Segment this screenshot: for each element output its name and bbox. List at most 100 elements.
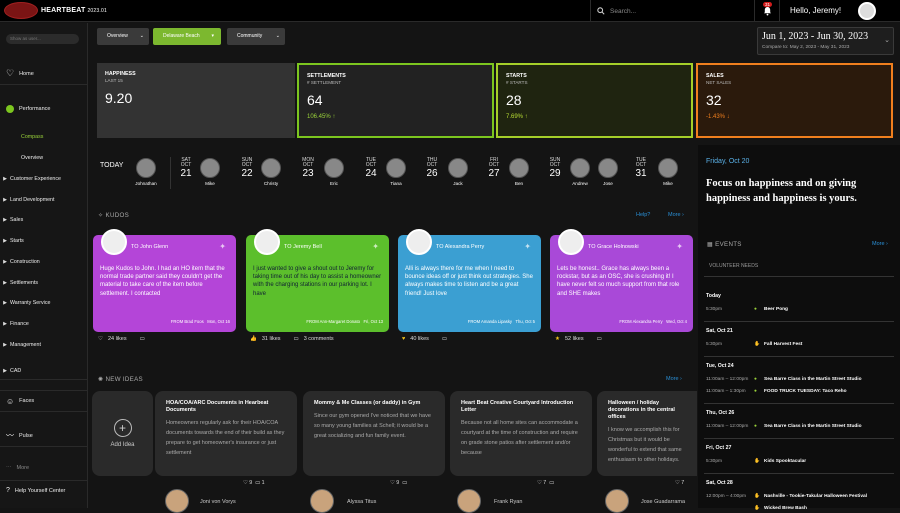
smile-icon: ☺ [6, 396, 15, 406]
user-avatar[interactable] [858, 2, 876, 20]
birthday-person[interactable]: Ben [507, 158, 531, 186]
sidebar-item-more[interactable]: ⋯ More [0, 462, 88, 474]
kpi-card-happiness[interactable]: HAPPINESS LAST 15 9.20 [97, 63, 295, 138]
sidebar-item-construction[interactable]: ▶ Construction [0, 259, 88, 265]
idea-card[interactable]: Heart Beat Creative Courtyard Introducti… [450, 391, 592, 476]
comment-icon[interactable]: ▭ [597, 336, 602, 342]
kpi-card-starts[interactable]: STARTS # STARTS 28 7.69% ↑ [496, 63, 693, 138]
kpi-card-sales[interactable]: SALES NET SALES 32 -1.43% ↓ [696, 63, 893, 138]
impersonate-search[interactable]: Show as user... [6, 34, 79, 44]
event-row[interactable]: 11:00am – 12:00pm ● Sea Barre Class in the… [706, 424, 892, 429]
sidebar-item-starts[interactable]: ▶ Starts [0, 238, 88, 244]
calendar-day[interactable]: FRI OCT 27 [484, 158, 504, 192]
events-more-link[interactable]: More › [872, 241, 888, 247]
birthday-person[interactable]: Mike [198, 158, 222, 186]
sidebar-item-cad[interactable]: ▶ CAD [0, 362, 88, 380]
logo-mark [4, 2, 38, 19]
event-row[interactable]: 5:30pm ● Beer Pong [706, 307, 892, 312]
event-row[interactable]: 11:00am – 12:00pm ● Sea Barre Class in the… [706, 377, 892, 382]
global-search-input[interactable]: Search... [610, 8, 636, 15]
kudo-card[interactable]: TO John Glenn ✦ Huge Kudos to John. I ha… [93, 229, 236, 332]
heart-icon[interactable]: ♡ [98, 336, 103, 342]
sidebar-item-settlements[interactable]: ▶ Settlements [0, 280, 88, 286]
birthday-person[interactable]: Andrew [568, 158, 592, 186]
birthday-person[interactable]: Tiana [384, 158, 408, 186]
sidebar-item-sales[interactable]: ▶ Sales [0, 217, 88, 223]
community-select[interactable]: Community ⌄ [227, 28, 285, 45]
event-row[interactable]: 5:30pm ✋ Fall Harvest Fest [706, 342, 892, 347]
sidebar-item-help[interactable]: ? Help Yourself Center [0, 480, 88, 500]
sidebar-item-overview[interactable]: Overview [0, 155, 88, 161]
event-row[interactable]: 11:00am – 1:30pm ● FOOD TRUCK TUESDAY: Tac… [706, 389, 892, 394]
status-dot-icon: ● [754, 389, 757, 394]
calendar-day[interactable]: THU OCT 26 [422, 158, 442, 192]
sidebar-item-finance[interactable]: ▶ Finance [0, 321, 88, 327]
sidebar-item-compass[interactable]: Compass [0, 134, 88, 140]
idea-card[interactable]: Mommy & Me Classes (or daddy) in Gym Sinc… [303, 391, 445, 476]
add-idea-button[interactable]: + Add Idea [92, 391, 153, 476]
kudo-recipient: Jeremy Bell [293, 244, 322, 250]
avatar [509, 158, 529, 178]
sidebar-item-faces[interactable]: ☺ Faces [0, 390, 88, 412]
calendar-day[interactable]: SAT OCT 21 [176, 158, 196, 192]
calendar-day[interactable]: TUE OCT 31 [631, 158, 651, 192]
ideas-more-link[interactable]: More › [666, 376, 682, 382]
caret-down-icon: ▾ [211, 33, 214, 39]
caret-right-icon: ▶ [3, 217, 7, 223]
sidebar-item-warranty-service[interactable]: ▶ Warranty Service [0, 300, 88, 306]
event-row[interactable]: 5:30pm ✋ Kids Spooktacular [706, 459, 892, 464]
idea-author: Jose Guadarrama [641, 499, 686, 505]
notification-badge: 31 [763, 2, 773, 7]
thumbs-up-icon[interactable]: 👍 [250, 336, 257, 342]
event-row[interactable]: ✋ Wicked Brew Bash [706, 506, 892, 511]
kudos-help-link[interactable]: Help? [636, 212, 650, 218]
sidebar-item-customer-experience[interactable]: ▶ Customer Experience [0, 176, 88, 182]
calendar-day[interactable]: MON OCT 23 [298, 158, 318, 192]
more-icon: ⋯ [6, 465, 12, 471]
plus-icon: + [113, 419, 132, 437]
birthday-person[interactable]: Jose [596, 158, 620, 186]
birthday-person[interactable]: Christy [259, 158, 283, 186]
idea-stats: ♡ 7 ▭ [537, 480, 555, 486]
caret-right-icon: ▶ [3, 176, 7, 182]
date-range-picker[interactable]: Jun 1, 2023 - Jun 30, 2023 Compare to: M… [757, 27, 894, 55]
birthday-person[interactable]: Eric [322, 158, 346, 186]
kudo-card[interactable]: TO Jeremy Bell ✦ I just wanted to give a… [246, 229, 389, 332]
event-row[interactable]: 12:00pm – 4:00pm ✋ Nashville - Tookie-Taku… [706, 494, 892, 499]
birthday-person[interactable]: Johnathan [133, 158, 159, 186]
sidebar-item-management[interactable]: ▶ Management [0, 342, 88, 348]
sidebar-item-pulse[interactable]: 〰 Pulse [0, 425, 88, 447]
calendar-day[interactable]: SUN OCT 29 [545, 158, 565, 192]
heart-icon[interactable]: ♥ [402, 336, 405, 342]
star-icon[interactable]: ★ [555, 336, 560, 342]
calendar-day[interactable]: SUN OCT 22 [237, 158, 257, 192]
avatar [324, 158, 344, 178]
kpi-value: 9.20 [105, 90, 133, 106]
community-group-select[interactable]: Delaware Beach ▾ [153, 28, 221, 45]
user-greeting[interactable]: Hello, Jeremy! [790, 6, 841, 15]
logo[interactable]: HEARTBEAT 2023.01 [4, 2, 107, 19]
kudo-card[interactable]: TO Grace Holnowski ✦ Lets be honest.. Gr… [550, 229, 693, 332]
overview-select[interactable]: Overview ⌄ [97, 28, 149, 45]
event-time: 5:30pm [706, 342, 722, 347]
birthday-person[interactable]: Mike [656, 158, 680, 186]
calendar-day[interactable]: TUE OCT 24 [361, 158, 381, 192]
status-dot-icon: ● [754, 424, 757, 429]
comment-icon[interactable]: ▭ [442, 336, 447, 342]
sparkle-icon: ✦ [372, 242, 379, 251]
divider [704, 321, 894, 322]
sidebar-item-home[interactable]: ♡ Home [0, 63, 88, 85]
sidebar-item-land-development[interactable]: ▶ Land Development [0, 197, 88, 203]
comment-icon[interactable]: ▭ [140, 336, 145, 342]
idea-card[interactable]: Halloween / holiday decorations in the c… [597, 391, 697, 476]
idea-card[interactable]: HOA/COA/ARC Documents in Hearbeat Docume… [155, 391, 297, 476]
sidebar-item-performance[interactable]: Performance [0, 98, 88, 120]
comment-icon[interactable]: ▭ [294, 336, 299, 342]
kudos-more-link[interactable]: More › [668, 212, 684, 218]
heart-pulse-icon: ♡ [6, 68, 15, 78]
kudo-card[interactable]: TO Alexandra Perry ✦ Alli is always ther… [398, 229, 541, 332]
global-search[interactable]: Search... [590, 0, 750, 22]
kpi-card-settlements[interactable]: SETTLEMENTS # SETTLEMENT 64 106.45% ↑ [297, 63, 494, 138]
birthday-person[interactable]: Jack [446, 158, 470, 186]
avatar [261, 158, 281, 178]
